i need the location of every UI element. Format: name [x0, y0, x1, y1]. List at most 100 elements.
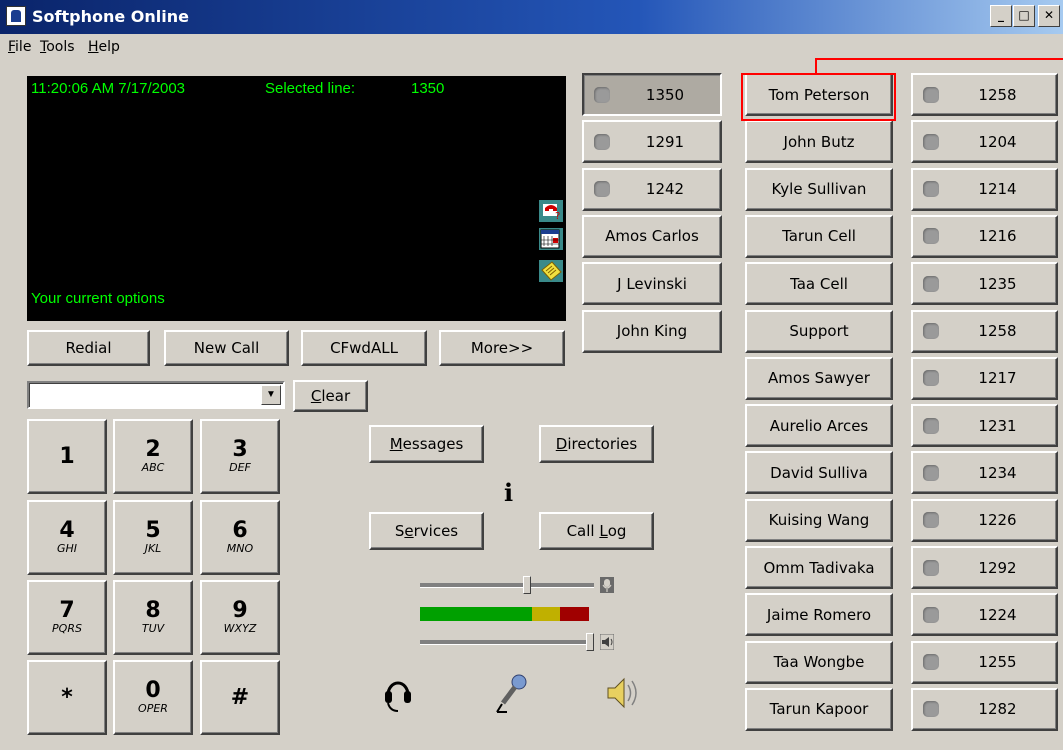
call-log-button[interactable]: Call Log — [539, 512, 654, 550]
cfwdall-softkey[interactable]: CFwdALL — [301, 330, 427, 366]
extension-number: 1255 — [978, 653, 1017, 672]
line-button-1350[interactable]: 1350 — [582, 73, 722, 116]
speed-dial-label: J Levinski — [617, 274, 687, 293]
extension-button-1226[interactable]: 1226 — [911, 498, 1058, 542]
window-title: Softphone Online — [32, 7, 189, 26]
speed-dial-button[interactable]: Tarun Cell — [745, 214, 893, 258]
extension-button-1204[interactable]: 1204 — [911, 120, 1058, 164]
title-bar[interactable]: Softphone Online _ □ ✕ — [0, 0, 1063, 34]
extension-number: 1224 — [978, 605, 1017, 624]
extension-button-1255[interactable]: 1255 — [911, 640, 1058, 684]
extension-button-1292[interactable]: 1292 — [911, 546, 1058, 589]
menu-file[interactable]: File — [8, 39, 31, 55]
new-call-softkey[interactable]: New Call — [164, 330, 289, 366]
key-6[interactable]: 6 MNO — [200, 500, 280, 575]
extension-status-led-icon — [923, 559, 939, 576]
key-letters: PQRS — [52, 622, 82, 635]
key-letters: MNO — [226, 542, 254, 555]
speed-dial-button[interactable]: J Levinski — [582, 262, 722, 306]
speed-dial-button[interactable]: David Sulliva — [745, 451, 893, 495]
messages-button[interactable]: Messages — [369, 425, 484, 463]
redial-softkey[interactable]: Redial — [27, 330, 150, 366]
line-status-led-icon — [594, 86, 610, 103]
key-digit: # — [230, 684, 250, 710]
speed-dial-button[interactable]: Taa Cell — [745, 262, 893, 306]
maximize-button[interactable]: □ — [1013, 5, 1035, 27]
speed-dial-button[interactable]: Omm Tadivaka — [745, 546, 893, 589]
speed-dial-button[interactable]: Kuising Wang — [745, 498, 893, 542]
speed-dial-button[interactable]: Support — [745, 309, 893, 353]
clear-button[interactable]: Clear — [293, 380, 368, 412]
speed-dial-button[interactable]: John Butz — [745, 120, 893, 164]
key-3[interactable]: 3 DEF — [200, 419, 280, 494]
extension-button-1216[interactable]: 1216 — [911, 214, 1058, 258]
close-button[interactable]: ✕ — [1038, 5, 1060, 27]
speed-dial-button[interactable]: Aurelio Arces — [745, 404, 893, 448]
callout-line-horizontal — [815, 58, 1063, 60]
more-softkey[interactable]: More>> — [439, 330, 565, 366]
extension-button-1231[interactable]: 1231 — [911, 404, 1058, 448]
display-selected-label: Selected line: — [265, 80, 356, 97]
key-digit: 3 — [232, 437, 248, 462]
line-status-led-icon — [594, 181, 610, 198]
directories-button[interactable]: Directories — [539, 425, 654, 463]
speed-dial-label: Kuising Wang — [768, 511, 870, 530]
highlight-box — [741, 73, 896, 121]
speed-dial-button[interactable]: Amos Sawyer — [745, 356, 893, 400]
key-pound[interactable]: # — [200, 660, 280, 735]
extension-status-led-icon — [923, 512, 939, 529]
speed-dial-button[interactable]: Tarun Kapoor — [745, 687, 893, 731]
line-button-1291[interactable]: 1291 — [582, 120, 722, 164]
key-2[interactable]: 2 ABC — [113, 419, 193, 494]
menu-help[interactable]: Help — [88, 39, 120, 55]
key-8[interactable]: 8 TUV — [113, 580, 193, 655]
extension-button-1258[interactable]: 1258 — [911, 309, 1058, 353]
dropdown-arrow-icon[interactable]: ▼ — [261, 385, 281, 405]
microphone-small-icon — [600, 577, 614, 593]
menu-tools[interactable]: Tools — [40, 39, 75, 55]
extension-number: 1231 — [978, 416, 1017, 435]
key-1[interactable]: 1 — [27, 419, 107, 494]
speed-dial-button[interactable]: Taa Wongbe — [745, 640, 893, 684]
services-button[interactable]: Se rvices — [369, 512, 484, 550]
key-7[interactable]: 7 PQRS — [27, 580, 107, 655]
key-5[interactable]: 5 JKL — [113, 500, 193, 575]
speed-dial-button[interactable]: Jaime Romero — [745, 593, 893, 637]
speed-dial-button[interactable]: John King — [582, 309, 722, 353]
info-button[interactable]: i — [504, 478, 513, 507]
key-letters: ABC — [141, 461, 165, 474]
minimize-button[interactable]: _ — [990, 5, 1012, 27]
key-4[interactable]: 4 GHI — [27, 500, 107, 575]
key-digit: * — [61, 684, 73, 710]
extension-button-1258[interactable]: 1258 — [911, 73, 1058, 116]
speed-dial-button[interactable]: Amos Carlos — [582, 214, 722, 258]
notes-icon — [539, 260, 563, 282]
speaker-icon[interactable] — [604, 675, 640, 711]
line-button-1242[interactable]: 1242 — [582, 167, 722, 211]
dial-number-combo[interactable]: ▼ — [27, 381, 285, 409]
extension-button-1282[interactable]: 1282 — [911, 687, 1058, 731]
mic-volume-slider[interactable] — [522, 576, 531, 594]
extension-status-led-icon — [923, 228, 939, 245]
extension-button-1214[interactable]: 1214 — [911, 167, 1058, 211]
extension-number: 1282 — [978, 700, 1017, 719]
extension-button-1234[interactable]: 1234 — [911, 451, 1058, 495]
key-9[interactable]: 9 WXYZ — [200, 580, 280, 655]
extension-status-led-icon — [923, 275, 939, 292]
extension-button-1217[interactable]: 1217 — [911, 356, 1058, 400]
extension-button-1235[interactable]: 1235 — [911, 262, 1058, 306]
key-star[interactable]: * — [27, 660, 107, 735]
extension-status-led-icon — [923, 464, 939, 481]
key-0[interactable]: 0 OPER — [113, 660, 193, 735]
display-selected-value: 1350 — [411, 80, 445, 97]
speed-dial-label: Omm Tadivaka — [763, 558, 875, 577]
extension-button-1224[interactable]: 1224 — [911, 593, 1058, 637]
microphone-icon[interactable] — [493, 673, 529, 715]
speed-dial-button[interactable]: Kyle Sullivan — [745, 167, 893, 211]
speed-dial-label: Tarun Cell — [782, 227, 856, 246]
extension-number: 1217 — [978, 369, 1017, 388]
headset-icon[interactable] — [383, 673, 413, 713]
speaker-volume-slider[interactable] — [586, 633, 594, 651]
line-status-led-icon — [594, 133, 610, 150]
key-letters: WXYZ — [223, 622, 257, 635]
